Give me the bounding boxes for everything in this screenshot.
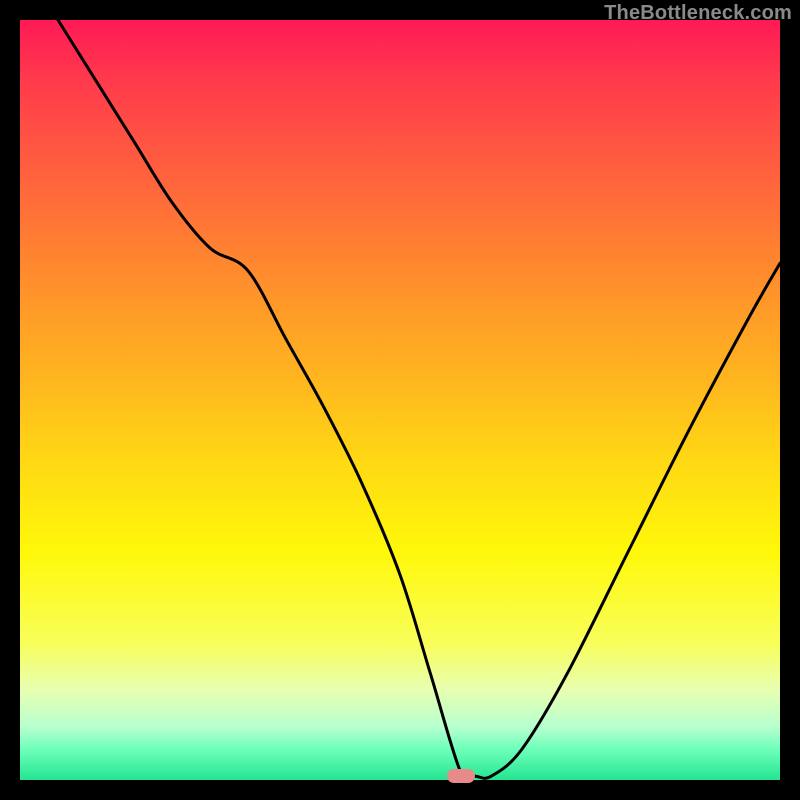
watermark-text: TheBottleneck.com: [604, 2, 792, 25]
curve-svg: [20, 20, 780, 780]
bottleneck-curve-path: [58, 20, 780, 780]
plot-area: [20, 20, 780, 780]
optimum-marker: [447, 769, 475, 783]
outer-frame: TheBottleneck.com: [0, 0, 800, 800]
